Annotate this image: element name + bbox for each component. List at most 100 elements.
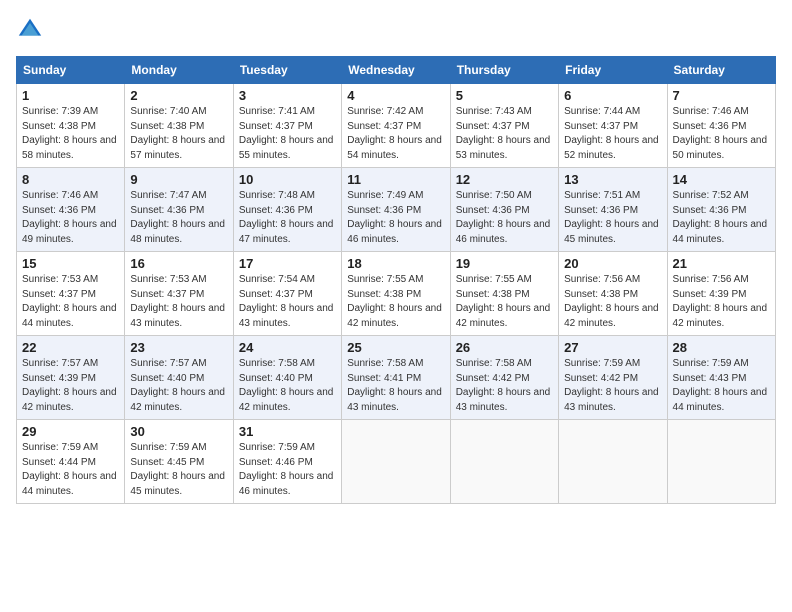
calendar-week-row: 29 Sunrise: 7:59 AMSunset: 4:44 PMDayligh… bbox=[17, 420, 776, 504]
calendar-cell: 8Sunrise: 7:46 AMSunset: 4:36 PMDaylight… bbox=[17, 168, 125, 252]
day-number: 31 bbox=[239, 424, 336, 439]
calendar-cell bbox=[342, 420, 450, 504]
weekday-header: Tuesday bbox=[233, 57, 341, 84]
day-info: Sunrise: 7:56 AMSunset: 4:39 PMDaylight:… bbox=[673, 273, 770, 331]
header bbox=[16, 16, 776, 44]
day-number: 17 bbox=[239, 256, 336, 271]
day-info: Sunrise: 7:59 AMSunset: 4:46 PMDaylight:… bbox=[239, 441, 336, 499]
day-info: Sunrise: 7:55 AMSunset: 4:38 PMDaylight:… bbox=[347, 273, 444, 331]
calendar-cell: 1Sunrise: 7:39 AMSunset: 4:38 PMDaylight… bbox=[17, 84, 125, 168]
day-info: Sunrise: 7:59 AMSunset: 4:45 PMDaylight:… bbox=[130, 441, 227, 499]
calendar-cell bbox=[667, 420, 775, 504]
calendar-cell: 18 Sunrise: 7:55 AMSunset: 4:38 PMDayligh… bbox=[342, 252, 450, 336]
day-info: Sunrise: 7:47 AMSunset: 4:36 PMDaylight:… bbox=[130, 189, 227, 247]
day-info: Sunrise: 7:39 AMSunset: 4:38 PMDaylight:… bbox=[22, 105, 119, 163]
day-info: Sunrise: 7:40 AMSunset: 4:38 PMDaylight:… bbox=[130, 105, 227, 163]
calendar-cell: 13Sunrise: 7:51 AMSunset: 4:36 PMDayligh… bbox=[559, 168, 667, 252]
calendar-cell: 5 Sunrise: 7:43 AMSunset: 4:37 PMDaylight… bbox=[450, 84, 558, 168]
day-number: 9 bbox=[130, 172, 227, 187]
calendar-week-row: 8Sunrise: 7:46 AMSunset: 4:36 PMDaylight… bbox=[17, 168, 776, 252]
day-number: 16 bbox=[130, 256, 227, 271]
day-info: Sunrise: 7:53 AMSunset: 4:37 PMDaylight:… bbox=[130, 273, 227, 331]
day-number: 4 bbox=[347, 88, 444, 103]
calendar-cell: 7 Sunrise: 7:46 AMSunset: 4:36 PMDaylight… bbox=[667, 84, 775, 168]
day-number: 29 bbox=[22, 424, 119, 439]
weekday-header-row: SundayMondayTuesdayWednesdayThursdayFrid… bbox=[17, 57, 776, 84]
calendar-cell: 30 Sunrise: 7:59 AMSunset: 4:45 PMDayligh… bbox=[125, 420, 233, 504]
day-number: 27 bbox=[564, 340, 661, 355]
day-info: Sunrise: 7:54 AMSunset: 4:37 PMDaylight:… bbox=[239, 273, 336, 331]
day-info: Sunrise: 7:46 AMSunset: 4:36 PMDaylight:… bbox=[22, 189, 119, 247]
day-number: 6 bbox=[564, 88, 661, 103]
day-info: Sunrise: 7:59 AMSunset: 4:42 PMDaylight:… bbox=[564, 357, 661, 415]
day-number: 24 bbox=[239, 340, 336, 355]
calendar-week-row: 1Sunrise: 7:39 AMSunset: 4:38 PMDaylight… bbox=[17, 84, 776, 168]
day-number: 11 bbox=[347, 172, 444, 187]
weekday-header: Thursday bbox=[450, 57, 558, 84]
day-info: Sunrise: 7:58 AMSunset: 4:40 PMDaylight:… bbox=[239, 357, 336, 415]
day-info: Sunrise: 7:50 AMSunset: 4:36 PMDaylight:… bbox=[456, 189, 553, 247]
day-number: 3 bbox=[239, 88, 336, 103]
day-number: 22 bbox=[22, 340, 119, 355]
day-info: Sunrise: 7:46 AMSunset: 4:36 PMDaylight:… bbox=[673, 105, 770, 163]
calendar-cell: 23 Sunrise: 7:57 AMSunset: 4:40 PMDayligh… bbox=[125, 336, 233, 420]
day-number: 20 bbox=[564, 256, 661, 271]
calendar-cell: 28Sunrise: 7:59 AMSunset: 4:43 PMDayligh… bbox=[667, 336, 775, 420]
logo bbox=[16, 16, 48, 44]
day-number: 18 bbox=[347, 256, 444, 271]
day-info: Sunrise: 7:43 AMSunset: 4:37 PMDaylight:… bbox=[456, 105, 553, 163]
weekday-header: Friday bbox=[559, 57, 667, 84]
calendar-cell: 20Sunrise: 7:56 AMSunset: 4:38 PMDayligh… bbox=[559, 252, 667, 336]
day-number: 14 bbox=[673, 172, 770, 187]
day-info: Sunrise: 7:53 AMSunset: 4:37 PMDaylight:… bbox=[22, 273, 119, 331]
day-number: 2 bbox=[130, 88, 227, 103]
day-number: 10 bbox=[239, 172, 336, 187]
day-info: Sunrise: 7:57 AMSunset: 4:40 PMDaylight:… bbox=[130, 357, 227, 415]
day-number: 26 bbox=[456, 340, 553, 355]
calendar-cell: 24 Sunrise: 7:58 AMSunset: 4:40 PMDayligh… bbox=[233, 336, 341, 420]
calendar-cell: 31 Sunrise: 7:59 AMSunset: 4:46 PMDayligh… bbox=[233, 420, 341, 504]
calendar-cell: 21 Sunrise: 7:56 AMSunset: 4:39 PMDayligh… bbox=[667, 252, 775, 336]
weekday-header: Sunday bbox=[17, 57, 125, 84]
calendar-cell bbox=[559, 420, 667, 504]
calendar-cell: 16 Sunrise: 7:53 AMSunset: 4:37 PMDayligh… bbox=[125, 252, 233, 336]
calendar-cell: 17 Sunrise: 7:54 AMSunset: 4:37 PMDayligh… bbox=[233, 252, 341, 336]
day-info: Sunrise: 7:58 AMSunset: 4:41 PMDaylight:… bbox=[347, 357, 444, 415]
calendar-cell: 14 Sunrise: 7:52 AMSunset: 4:36 PMDayligh… bbox=[667, 168, 775, 252]
day-info: Sunrise: 7:49 AMSunset: 4:36 PMDaylight:… bbox=[347, 189, 444, 247]
calendar-cell: 10 Sunrise: 7:48 AMSunset: 4:36 PMDayligh… bbox=[233, 168, 341, 252]
calendar-cell: 9 Sunrise: 7:47 AMSunset: 4:36 PMDaylight… bbox=[125, 168, 233, 252]
day-info: Sunrise: 7:59 AMSunset: 4:44 PMDaylight:… bbox=[22, 441, 119, 499]
calendar-week-row: 22 Sunrise: 7:57 AMSunset: 4:39 PMDayligh… bbox=[17, 336, 776, 420]
day-info: Sunrise: 7:48 AMSunset: 4:36 PMDaylight:… bbox=[239, 189, 336, 247]
logo-icon bbox=[16, 16, 44, 44]
day-info: Sunrise: 7:41 AMSunset: 4:37 PMDaylight:… bbox=[239, 105, 336, 163]
day-number: 23 bbox=[130, 340, 227, 355]
day-info: Sunrise: 7:57 AMSunset: 4:39 PMDaylight:… bbox=[22, 357, 119, 415]
calendar-cell: 15Sunrise: 7:53 AMSunset: 4:37 PMDayligh… bbox=[17, 252, 125, 336]
day-number: 30 bbox=[130, 424, 227, 439]
calendar-cell: 26 Sunrise: 7:58 AMSunset: 4:42 PMDayligh… bbox=[450, 336, 558, 420]
day-number: 12 bbox=[456, 172, 553, 187]
calendar-week-row: 15Sunrise: 7:53 AMSunset: 4:37 PMDayligh… bbox=[17, 252, 776, 336]
weekday-header: Monday bbox=[125, 57, 233, 84]
day-number: 5 bbox=[456, 88, 553, 103]
day-number: 13 bbox=[564, 172, 661, 187]
day-info: Sunrise: 7:58 AMSunset: 4:42 PMDaylight:… bbox=[456, 357, 553, 415]
calendar-cell: 22 Sunrise: 7:57 AMSunset: 4:39 PMDayligh… bbox=[17, 336, 125, 420]
weekday-header: Saturday bbox=[667, 57, 775, 84]
day-info: Sunrise: 7:52 AMSunset: 4:36 PMDaylight:… bbox=[673, 189, 770, 247]
day-info: Sunrise: 7:44 AMSunset: 4:37 PMDaylight:… bbox=[564, 105, 661, 163]
calendar-cell: 12 Sunrise: 7:50 AMSunset: 4:36 PMDayligh… bbox=[450, 168, 558, 252]
day-number: 7 bbox=[673, 88, 770, 103]
calendar-cell: 3 Sunrise: 7:41 AMSunset: 4:37 PMDaylight… bbox=[233, 84, 341, 168]
day-number: 19 bbox=[456, 256, 553, 271]
day-number: 25 bbox=[347, 340, 444, 355]
calendar-cell: 19Sunrise: 7:55 AMSunset: 4:38 PMDayligh… bbox=[450, 252, 558, 336]
calendar-cell: 11 Sunrise: 7:49 AMSunset: 4:36 PMDayligh… bbox=[342, 168, 450, 252]
calendar-cell: 27 Sunrise: 7:59 AMSunset: 4:42 PMDayligh… bbox=[559, 336, 667, 420]
day-info: Sunrise: 7:42 AMSunset: 4:37 PMDaylight:… bbox=[347, 105, 444, 163]
calendar-cell: 25 Sunrise: 7:58 AMSunset: 4:41 PMDayligh… bbox=[342, 336, 450, 420]
day-number: 21 bbox=[673, 256, 770, 271]
day-number: 28 bbox=[673, 340, 770, 355]
